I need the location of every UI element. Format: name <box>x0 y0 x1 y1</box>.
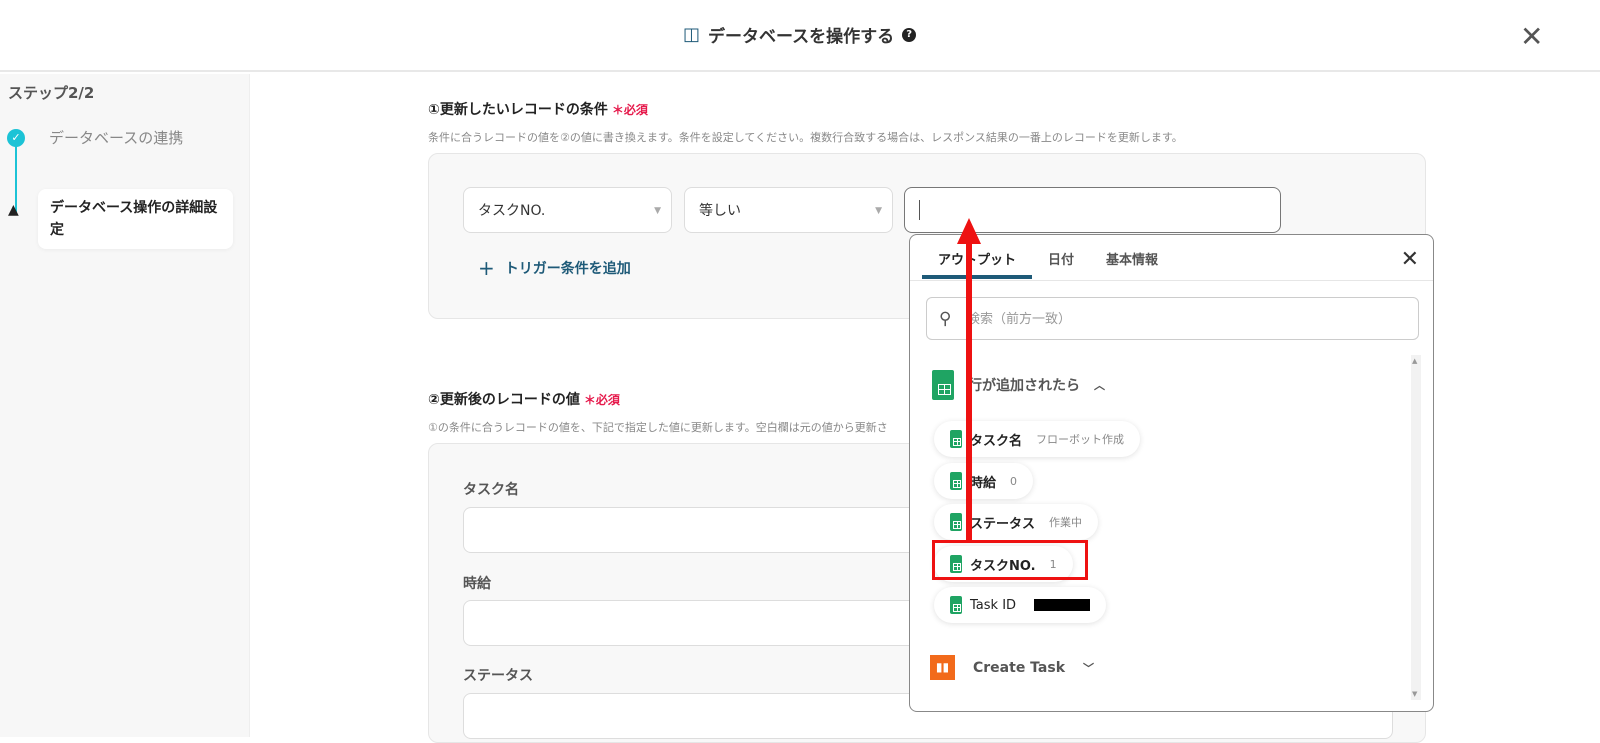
section2-title: ②更新後のレコードの値 ＊必須 <box>428 389 620 409</box>
scroll-down-icon: ▼ <box>1412 690 1418 698</box>
condition-value-input[interactable] <box>904 187 1281 233</box>
check-icon: ✓ <box>7 129 25 147</box>
google-sheets-icon <box>950 430 962 448</box>
chevron-down-icon: ▼ <box>875 206 882 216</box>
group-label: 行が追加されたら <box>968 378 1080 394</box>
section2-description: ①の条件に合うレコードの値を、下記で指定した値に更新します。空白欄は元の値から更… <box>428 421 888 434</box>
tab-date[interactable]: 日付 <box>1032 235 1090 279</box>
title-text: データベースを操作する <box>708 27 895 47</box>
field-select-value: タスクNO. <box>478 203 546 219</box>
section1-title-text: ①更新したいレコードの条件 <box>428 102 608 118</box>
redacted-value <box>1034 599 1091 611</box>
close-icon[interactable]: ✕ <box>1520 20 1543 53</box>
output-item[interactable]: Task ID <box>934 587 1107 623</box>
group-create-task[interactable]: ▮▮ Create Task ﹀ <box>930 655 1094 680</box>
google-sheets-icon <box>950 555 962 573</box>
step-counter: ステップ2/2 <box>8 84 95 102</box>
tab-output[interactable]: アウトプット <box>922 235 1033 279</box>
page-title: ◫ データベースを操作する ? <box>683 22 917 47</box>
operator-select[interactable]: 等しい ▼ <box>684 187 893 233</box>
sidebar: ステップ2/2 ✓ データベースの連携 ▲ データベース操作の詳細設定 <box>0 74 250 737</box>
output-item[interactable]: タスク名 フローボット作成 <box>934 421 1141 457</box>
search-placeholder: 検索（前方一致） <box>967 312 1072 327</box>
header: ◫ データベースを操作する ? ✕ <box>0 0 1600 72</box>
tab-basic-info[interactable]: 基本情報 <box>1090 235 1174 279</box>
required-text: 必須 <box>595 393 620 407</box>
item-label: 時給 <box>970 475 997 491</box>
item-value: 作業中 <box>1049 516 1083 529</box>
sidebar-step-2[interactable]: データベース操作の詳細設定 <box>38 189 233 249</box>
database-icon: ◫ <box>683 24 701 45</box>
tab-divider <box>910 280 1433 281</box>
item-label: ステータス <box>970 516 1036 532</box>
field-label-hourly: 時給 <box>463 576 491 592</box>
field-label-task-name: タスク名 <box>463 482 519 498</box>
google-sheets-icon <box>950 472 962 490</box>
popup-tabs: アウトプット 日付 基本情報 <box>922 235 1174 279</box>
output-item[interactable]: 時給 0 <box>934 463 1034 499</box>
required-text: 必須 <box>623 103 648 117</box>
google-sheets-icon <box>950 596 962 614</box>
item-label: タスクNO. <box>970 558 1036 574</box>
sidebar-step-1[interactable]: データベースの連携 <box>49 127 183 148</box>
scroll-up-icon: ▲ <box>1412 357 1418 365</box>
field-label-status: ステータス <box>463 668 533 684</box>
output-item[interactable]: ステータス 作業中 <box>934 504 1099 540</box>
section1-title: ①更新したいレコードの条件 ＊必須 <box>428 99 648 119</box>
item-value: 0 <box>1010 474 1018 488</box>
search-icon: ⚲ <box>939 309 952 329</box>
chevron-up-icon: ︿ <box>1094 379 1105 392</box>
warning-icon: ▲ <box>8 202 19 218</box>
item-value: フローボット作成 <box>1036 433 1125 446</box>
search-input[interactable]: ⚲ 検索（前方一致） <box>926 297 1419 340</box>
chevron-down-icon: ▼ <box>654 206 661 216</box>
add-condition-button[interactable]: + トリガー条件を追加 <box>478 256 631 280</box>
google-sheets-icon <box>932 370 954 400</box>
operator-select-value: 等しい <box>699 203 741 219</box>
add-condition-label: トリガー条件を追加 <box>504 261 631 277</box>
item-value: 1 <box>1049 557 1057 571</box>
section1-description: 条件に合うレコードの値を②の値に書き換えます。条件を設定してください。複数行合致… <box>428 131 1183 144</box>
help-icon[interactable]: ? <box>902 27 917 42</box>
section2-title-text: ②更新後のレコードの値 <box>428 392 580 408</box>
plus-icon: + <box>478 256 495 280</box>
chevron-down-icon: ﹀ <box>1083 661 1095 675</box>
scrollbar[interactable]: ▲ ▼ <box>1411 355 1421 700</box>
output-picker-popup: アウトプット 日付 基本情報 ✕ ⚲ 検索（前方一致） ▲ ▼ 行が追加されたら ︿ … <box>909 234 1434 712</box>
group-row-added[interactable]: 行が追加されたら ︿ <box>932 370 1105 400</box>
required-badge: ＊必須 <box>611 103 648 117</box>
item-label: タスク名 <box>970 433 1023 449</box>
item-label: Task ID <box>970 597 1017 613</box>
google-sheets-icon <box>950 513 962 531</box>
field-select[interactable]: タスクNO. ▼ <box>463 187 672 233</box>
required-badge: ＊必須 <box>583 393 620 407</box>
text-caret <box>919 200 920 220</box>
app-logo-icon: ▮▮ <box>930 655 955 680</box>
group-label: Create Task <box>973 659 1066 676</box>
output-item-task-no[interactable]: タスクNO. 1 <box>934 546 1073 582</box>
close-icon[interactable]: ✕ <box>1401 247 1419 272</box>
